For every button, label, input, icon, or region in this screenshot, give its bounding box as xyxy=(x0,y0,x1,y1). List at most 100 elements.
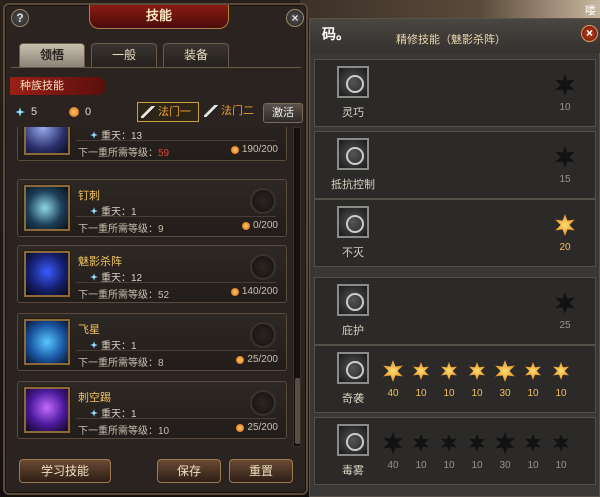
talent-node-value: 40 xyxy=(387,388,399,399)
talent-name: 抵抗控制 xyxy=(331,179,375,191)
star-icon xyxy=(524,434,542,452)
talent-node[interactable]: 10 xyxy=(437,432,461,471)
skill-icon-spike xyxy=(24,185,70,231)
skill-cost: 25/200 xyxy=(236,354,278,365)
skill-name: 飞星 xyxy=(78,324,100,336)
talent-node-value: 10 xyxy=(527,388,539,399)
skill-requirement: 下一重所需等级：9 xyxy=(78,220,164,235)
blue-gem-icon xyxy=(90,409,98,417)
save-button[interactable]: 保存 xyxy=(157,459,221,483)
talent-node[interactable]: 10 xyxy=(549,432,573,471)
tab-general[interactable]: 一般 xyxy=(91,43,157,67)
skill-slot-ring[interactable] xyxy=(250,254,276,280)
need-label: 下一重所需等级： xyxy=(78,290,158,301)
skill-name: 钉刺 xyxy=(78,190,100,202)
refine-panel: 码。 精修技能（魅影杀阵） × 灵巧 10 抵抗控制 15 不灭 20 庇护 25 奇袭 40 10… xyxy=(309,18,600,497)
skill-list: 重天：13 下一重所需等级：59 190/200 钉刺 重天：1 下一重所需等级… xyxy=(11,127,291,447)
skill-cost: 25/200 xyxy=(236,422,278,433)
tab-equip[interactable]: 装备 xyxy=(163,43,229,67)
talent-icon xyxy=(337,206,369,238)
need-label: 下一重所需等级： xyxy=(78,224,158,235)
talent-node[interactable]: 10 xyxy=(409,432,433,471)
talent-node[interactable]: 20 xyxy=(553,214,577,253)
skill-slot-ring[interactable] xyxy=(250,322,276,348)
need-value: 10 xyxy=(158,426,170,437)
talent-nodes: 40 10 10 10 30 10 10 xyxy=(381,360,591,408)
skill-icon-kick xyxy=(24,387,70,433)
orange-gem-icon xyxy=(69,107,79,117)
sword-icon xyxy=(204,105,218,117)
star-icon xyxy=(468,434,486,452)
tab-comprehend[interactable]: 领悟 xyxy=(19,43,85,67)
talent-name: 灵巧 xyxy=(342,107,364,119)
talent-node[interactable]: 10 xyxy=(553,74,577,113)
blue-gem-icon xyxy=(90,273,98,281)
need-value: 8 xyxy=(158,358,164,369)
path-one-button[interactable]: 法门一 xyxy=(137,102,199,122)
skill-card[interactable]: 刺空踢 重天：1 下一重所需等级：10 25/200 xyxy=(17,381,287,439)
skill-icon-top xyxy=(24,127,70,155)
orange-points-value: 0 xyxy=(85,106,92,118)
talent-node[interactable]: 10 xyxy=(465,432,489,471)
talent-node[interactable]: 10 xyxy=(521,432,545,471)
talent-node-value: 10 xyxy=(471,388,483,399)
skill-slot-ring[interactable] xyxy=(250,188,276,214)
orange-gem-icon xyxy=(241,221,250,230)
talent-node-value: 10 xyxy=(471,460,483,471)
skill-card[interactable]: 钉刺 重天：1 下一重所需等级：9 0/200 xyxy=(17,179,287,237)
blue-points-value: 5 xyxy=(31,106,38,118)
talent-node-value: 10 xyxy=(443,388,455,399)
refine-row: 灵巧 10 xyxy=(314,59,596,127)
activate-button[interactable]: 激活 xyxy=(263,103,303,123)
talent-icon xyxy=(337,66,369,98)
talent-node[interactable]: 15 xyxy=(553,146,577,185)
star-icon xyxy=(412,434,430,452)
talent-node[interactable]: 25 xyxy=(553,292,577,331)
skill-panel: ? 技能 × 领悟 一般 装备 种族技能 5 0 法门一 法门二 激活 重天：1… xyxy=(3,3,308,495)
talent-node-value: 10 xyxy=(527,460,539,471)
star-icon xyxy=(440,362,458,380)
talent-nodes: 10 xyxy=(381,74,591,122)
talent-node-value: 10 xyxy=(555,460,567,471)
learn-skill-button[interactable]: 学习技能 xyxy=(19,459,111,483)
talent-node[interactable]: 10 xyxy=(437,360,461,399)
talent-node[interactable]: 10 xyxy=(549,360,573,399)
orange-gem-icon xyxy=(230,145,239,154)
talent-nodes: 20 xyxy=(381,214,591,262)
star-icon xyxy=(383,360,403,382)
skill-cost-value: 190/200 xyxy=(241,144,278,155)
close-icon[interactable]: × xyxy=(286,9,304,27)
skill-card[interactable]: 魅影杀阵 重天：12 下一重所需等级：52 140/200 xyxy=(17,245,287,303)
need-value: 52 xyxy=(158,290,170,301)
skill-card[interactable]: 飞星 重天：1 下一重所需等级：8 25/200 xyxy=(17,313,287,371)
star-icon xyxy=(495,360,515,382)
skill-card[interactable]: 重天：13 下一重所需等级：59 190/200 xyxy=(17,127,287,161)
talent-node[interactable]: 40 xyxy=(381,432,405,471)
talent-node[interactable]: 10 xyxy=(521,360,545,399)
skill-slot-ring[interactable] xyxy=(250,390,276,416)
scrollbar-thumb[interactable] xyxy=(295,378,300,444)
skill-requirement: 下一重所需等级：59 xyxy=(78,144,169,159)
skill-icon-phantom xyxy=(24,251,70,297)
talent-node[interactable]: 30 xyxy=(493,432,517,471)
path-one-label: 法门一 xyxy=(158,106,191,118)
talent-node-value: 15 xyxy=(559,174,571,185)
card-divider xyxy=(76,140,276,141)
orange-gem-icon xyxy=(230,287,239,296)
refine-row: 奇袭 40 10 10 10 30 10 10 xyxy=(314,345,596,413)
reset-button[interactable]: 重置 xyxy=(229,459,293,483)
close-icon[interactable]: × xyxy=(581,25,598,42)
scrollbar[interactable] xyxy=(293,127,301,447)
talent-node-value: 10 xyxy=(415,388,427,399)
help-icon[interactable]: ? xyxy=(11,9,29,27)
skill-cost-value: 25/200 xyxy=(247,354,278,365)
talent-node[interactable]: 30 xyxy=(493,360,517,399)
skill-icon-star xyxy=(24,319,70,365)
talent-node[interactable]: 10 xyxy=(409,360,433,399)
talent-node[interactable]: 10 xyxy=(465,360,489,399)
need-label: 下一重所需等级： xyxy=(78,148,158,159)
star-icon xyxy=(383,432,403,454)
path-two-button[interactable]: 法门二 xyxy=(201,102,259,122)
talent-node[interactable]: 40 xyxy=(381,360,405,399)
star-icon xyxy=(495,432,515,454)
